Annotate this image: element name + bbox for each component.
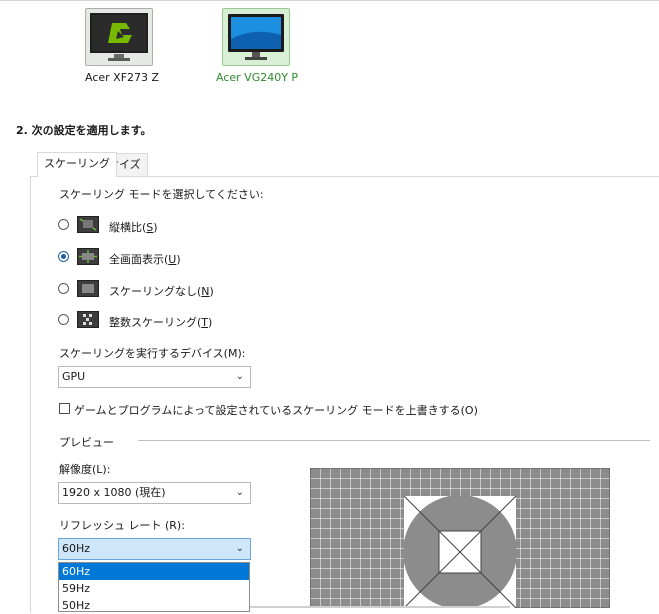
override-scaling-checkbox[interactable] [59, 403, 70, 414]
radio-no-scaling[interactable] [58, 283, 69, 294]
radio-aspect-ratio[interactable] [58, 219, 69, 230]
monitor-2-label: Acer VG240Y P [216, 71, 299, 84]
aspect-ratio-icon [77, 216, 99, 233]
refresh-rate-value: 60Hz [62, 542, 91, 555]
resolution-select[interactable]: 1920 x 1080 (現在) ⌄ [58, 482, 251, 504]
tab-scaling[interactable]: スケーリング [37, 152, 117, 177]
scaling-option-fullscreen-label: 全画面表示(U) [109, 253, 181, 266]
scaling-preview-image [310, 468, 610, 608]
resolution-value: 1920 x 1080 (現在) [62, 486, 166, 499]
top-divider [0, 0, 659, 1]
monitor-1-thumbnail[interactable] [85, 8, 153, 66]
scaling-device-select[interactable]: GPU ⌄ [58, 366, 251, 388]
preview-divider [138, 440, 650, 441]
scaling-option-aspect-label: 縦横比(S) [109, 221, 158, 234]
chevron-down-icon: ⌄ [235, 487, 244, 498]
refresh-option-60[interactable]: 60Hz [59, 563, 249, 580]
integer-scaling-icon [77, 311, 99, 328]
preview-section-label: プレビュー [59, 436, 114, 449]
step-title: 2. 次の設定を適用します。 [16, 124, 152, 137]
refresh-rate-dropdown[interactable]: 60Hz 59Hz 50Hz [58, 562, 250, 612]
refresh-rate-label: リフレッシュ レート (R): [59, 519, 185, 532]
refresh-option-50[interactable]: 50Hz [59, 597, 249, 614]
scaling-device-value: GPU [62, 370, 86, 383]
refresh-rate-select[interactable]: 60Hz ⌄ [58, 538, 251, 560]
scaling-option-none-label: スケーリングなし(N) [109, 285, 214, 298]
chevron-down-icon: ⌄ [235, 543, 244, 554]
scaling-device-label: スケーリングを実行するデバイス(M): [59, 347, 246, 360]
override-scaling-label[interactable]: ゲームとプログラムによって設定されているスケーリング モードを上書きする(O) [74, 402, 478, 418]
nvidia-logo-monitor-icon [90, 13, 148, 61]
monitor-2[interactable] [222, 8, 290, 66]
radio-fullscreen[interactable] [58, 251, 69, 262]
scaling-option-integer-label: 整数スケーリング(T) [109, 316, 213, 329]
radio-integer-scaling[interactable] [58, 314, 69, 325]
scaling-mode-prompt: スケーリング モードを選択してください: [59, 188, 264, 201]
monitor-1-label: Acer XF273 Z [85, 71, 160, 84]
fullscreen-icon [77, 248, 99, 265]
monitor-2-thumbnail[interactable] [222, 8, 290, 66]
chevron-down-icon: ⌄ [235, 371, 244, 382]
no-scaling-icon [77, 280, 99, 297]
monitor-1[interactable] [85, 8, 153, 66]
resolution-label: 解像度(L): [59, 463, 111, 476]
refresh-option-59[interactable]: 59Hz [59, 580, 249, 597]
desktop-monitor-icon [228, 14, 284, 60]
